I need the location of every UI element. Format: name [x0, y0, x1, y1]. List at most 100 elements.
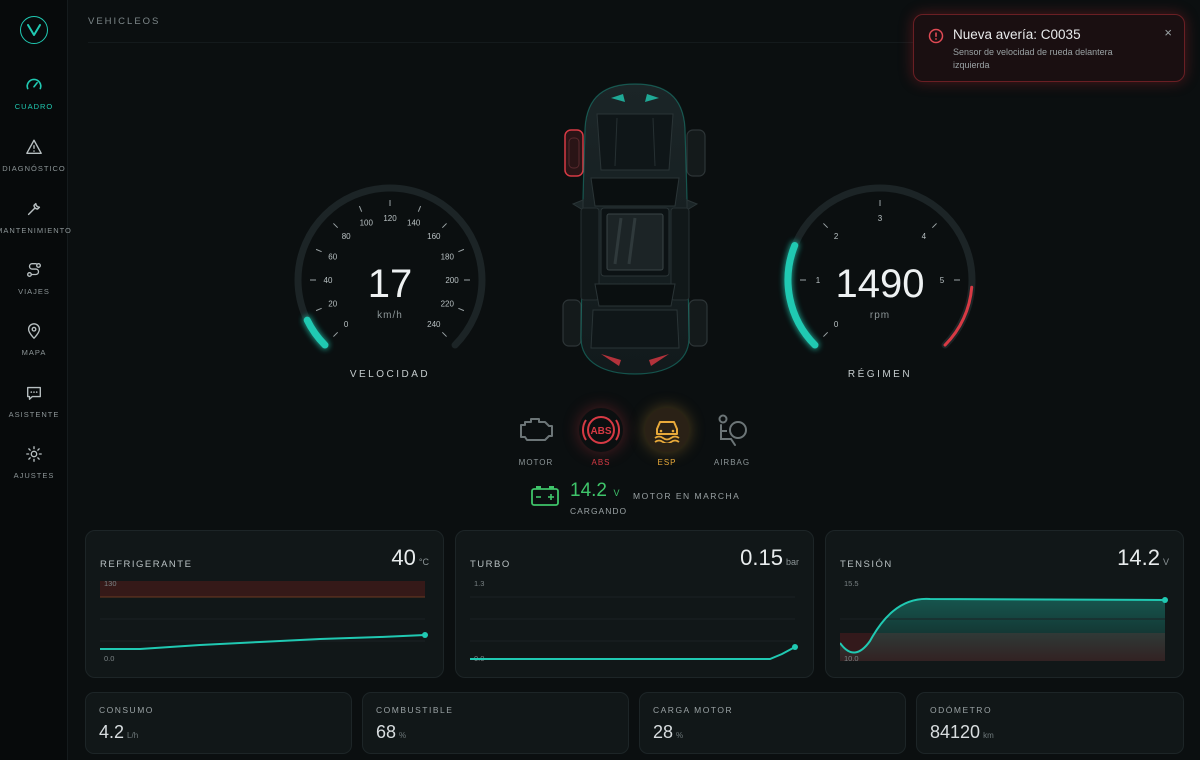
engine-status-text: MOTOR EN MARCHA — [633, 491, 741, 501]
v-logo-icon — [27, 24, 41, 36]
wheel-rear-left[interactable] — [562, 299, 582, 347]
sidebar-item-label: MANTENIMIENTO — [0, 226, 72, 235]
fault-notification[interactable]: Nueva avería: C0035 Sensor de velocidad … — [913, 14, 1185, 82]
battery-unit: V — [613, 488, 620, 498]
stat-consumo[interactable]: CONSUMO 4.2 L/h — [85, 692, 352, 754]
stat-title: ODÓMETRO — [930, 705, 993, 715]
speed-title: VELOCIDAD — [349, 369, 431, 380]
notification-title: Nueva avería: C0035 — [953, 27, 1081, 42]
sun-gear-icon — [26, 446, 42, 462]
gauge-tick-label: 60 — [328, 252, 337, 261]
warning-airbag[interactable]: AIRBAG — [706, 408, 758, 467]
esp-icon — [645, 408, 689, 452]
chart-min-label: 0.0 — [104, 654, 114, 663]
sidebar: CUADRO DIAGNÓSTICO MANTENIMIENTO VIAJES … — [0, 0, 71, 760]
battery-status-text: CARGANDO — [570, 506, 628, 516]
route-icon — [27, 263, 41, 277]
speed-value: 17 — [367, 262, 413, 306]
sidebar-item-diagnostico[interactable]: DIAGNÓSTICO — [0, 138, 68, 188]
stat-title: CARGA MOTOR — [653, 705, 734, 715]
abs-icon: ABS — [579, 408, 623, 452]
gauge-tick-label: 3 — [878, 214, 883, 223]
gauge-tick-label: 160 — [427, 232, 441, 241]
app-logo[interactable] — [20, 16, 48, 44]
sidebar-item-label: MAPA — [21, 348, 47, 357]
chart-min-label: 10.0 — [844, 654, 859, 663]
gauge-tick-label: 0 — [344, 320, 349, 329]
stat-odometro[interactable]: ODÓMETRO 84120 km — [916, 692, 1184, 754]
battery-voltage: 14.2 — [570, 480, 607, 501]
sidebar-item-mantenimiento[interactable]: MANTENIMIENTO — [0, 200, 71, 250]
chart-max-label: 1.3 — [474, 579, 484, 588]
wrench-icon — [27, 202, 41, 216]
stat-value: 28% — [653, 722, 684, 742]
speed-gauge: 0 20 40 60 80 100 120 140 160 180 200 220 240 17 km/… — [280, 180, 500, 390]
gauge-tick — [441, 223, 447, 229]
gauge-tick — [823, 223, 829, 229]
gauge-tick — [823, 331, 829, 337]
card-value: 14.2 V — [1117, 545, 1169, 570]
sidebar-item-label: ASISTENTE — [8, 410, 60, 419]
stat-title: CONSUMO — [99, 705, 154, 715]
voltage-sparkline: 15.5 10.0 — [840, 579, 1168, 663]
sidebar-item-mapa[interactable]: MAPA — [0, 322, 68, 372]
gauge-tick — [417, 205, 422, 212]
rpm-unit: rpm — [869, 310, 891, 321]
speed-unit: km/h — [377, 310, 403, 321]
wheel-rear-right[interactable] — [688, 299, 708, 347]
close-icon[interactable]: × — [1164, 25, 1172, 40]
map-pin-icon — [27, 323, 41, 340]
warning-label: ABS — [591, 458, 611, 467]
rpm-value: 1490 — [835, 262, 925, 306]
card-value: 0.15 bar — [740, 545, 799, 570]
car-top-view — [562, 83, 708, 375]
chat-icon — [27, 386, 41, 400]
stat-title: COMBUSTIBLE — [376, 705, 454, 715]
card-title: REFRIGERANTE — [100, 559, 193, 570]
warning-motor[interactable]: MOTOR — [510, 408, 562, 467]
sidebar-item-label: DIAGNÓSTICO — [2, 164, 66, 173]
gauge-tick — [458, 248, 465, 253]
stat-combustible[interactable]: COMBUSTIBLE 68% — [362, 692, 629, 754]
gauge-tick-label: 240 — [427, 320, 441, 329]
card-value: 40 °C — [391, 545, 429, 570]
turbo-sparkline: 1.3 0.0 — [470, 579, 798, 663]
sidebar-item-label: VIAJES — [18, 287, 50, 296]
wheel-front-right[interactable] — [686, 129, 706, 177]
gauge-tick — [931, 223, 937, 229]
sidebar-item-label: AJUSTES — [13, 471, 55, 480]
alert-circle-icon — [928, 28, 944, 44]
gauge-tick-label: 4 — [922, 232, 927, 241]
svg-text:ABS: ABS — [590, 426, 611, 437]
gauge-tick-label: 2 — [834, 232, 839, 241]
speedometer-icon — [26, 78, 42, 90]
wheel-front-left[interactable] — [564, 129, 584, 177]
gauge-tick — [358, 205, 363, 212]
gauge-tick-label: 80 — [342, 232, 351, 241]
warning-triangle-icon — [26, 139, 42, 154]
sidebar-item-ajustes[interactable]: AJUSTES — [0, 445, 68, 495]
warning-label: AIRBAG — [713, 458, 751, 467]
sidebar-item-viajes[interactable]: VIAJES — [0, 261, 68, 311]
sidebar-item-label: CUADRO — [14, 102, 54, 111]
gauge-tick-label: 180 — [441, 252, 455, 261]
warning-label: MOTOR — [518, 458, 554, 467]
gauge-tick — [315, 248, 322, 253]
card-tension[interactable]: TENSIÓN 14.2 V 15.5 10.0 — [825, 530, 1184, 678]
gauge-tick — [333, 223, 339, 229]
card-refrigerante[interactable]: REFRIGERANTE 40 °C 130 0.0 — [85, 530, 444, 678]
card-title: TURBO — [470, 559, 511, 570]
stat-value: 68% — [376, 722, 407, 742]
sidebar-item-cuadro[interactable]: CUADRO — [0, 76, 68, 126]
stat-carga-motor[interactable]: CARGA MOTOR 28% — [639, 692, 906, 754]
gauge-tick-label: 0 — [834, 320, 839, 329]
card-turbo[interactable]: TURBO 0.15 bar 1.3 0.0 — [455, 530, 814, 678]
warning-esp[interactable]: ESP — [641, 408, 693, 467]
chart-max-label: 130 — [104, 579, 117, 588]
engine-icon — [514, 408, 558, 452]
card-title: TENSIÓN — [840, 559, 893, 570]
coolant-sparkline: 130 0.0 — [100, 579, 428, 663]
rpm-gauge: 012345 1490 rpm RÉGIMEN — [770, 180, 990, 390]
warning-abs[interactable]: ABS ABS — [575, 408, 627, 467]
sidebar-item-asistente[interactable]: ASISTENTE — [0, 384, 68, 434]
